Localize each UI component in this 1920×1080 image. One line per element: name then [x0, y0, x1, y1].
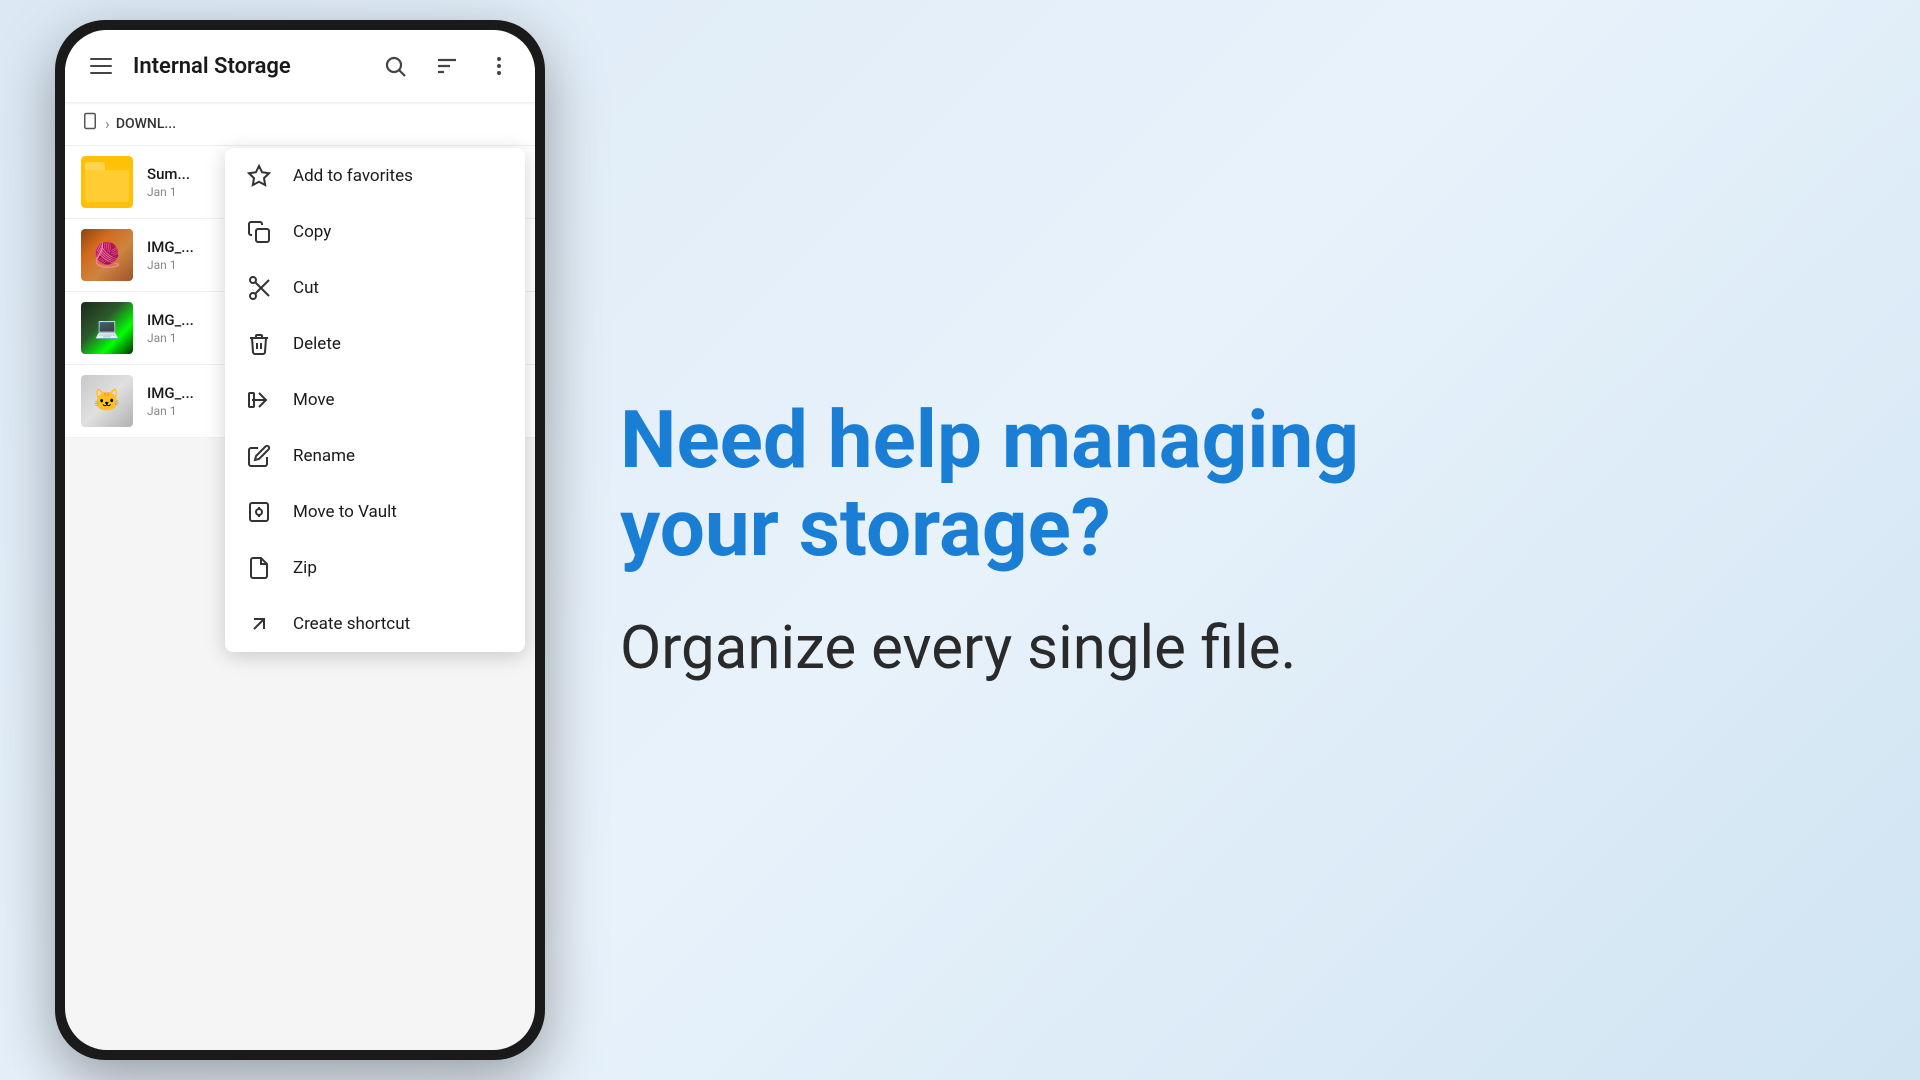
- hamburger-icon[interactable]: [81, 46, 121, 86]
- menu-label-copy: Copy: [293, 222, 331, 242]
- star-icon: [245, 162, 273, 190]
- vault-icon: [245, 498, 273, 526]
- rename-icon: [245, 442, 273, 470]
- menu-item-move[interactable]: Move: [225, 372, 525, 428]
- menu-label-cut: Cut: [293, 278, 319, 298]
- image-thumbnail: [81, 375, 133, 427]
- breadcrumb-path: DOWNL...: [116, 116, 176, 132]
- copy-icon: [245, 218, 273, 246]
- image-thumbnail: [81, 229, 133, 281]
- phone-container: Internal Storage: [55, 20, 545, 1060]
- menu-label-move-to-vault: Move to Vault: [293, 502, 397, 522]
- app-title: Internal Storage: [133, 54, 363, 79]
- phone-icon: [81, 112, 99, 135]
- menu-item-copy[interactable]: Copy: [225, 204, 525, 260]
- menu-item-create-shortcut[interactable]: Create shortcut: [225, 596, 525, 652]
- breadcrumb-separator: ›: [105, 114, 110, 133]
- breadcrumb: › DOWNL...: [65, 102, 535, 146]
- app-bar: Internal Storage: [65, 30, 535, 102]
- marketing-content: Need help managingyour storage? Organize…: [620, 396, 1860, 684]
- folder-thumbnail: [81, 156, 133, 208]
- menu-item-move-to-vault[interactable]: Move to Vault: [225, 484, 525, 540]
- menu-item-zip[interactable]: Zip: [225, 540, 525, 596]
- phone-screen: Internal Storage: [65, 30, 535, 1050]
- zip-icon: [245, 554, 273, 582]
- move-icon: [245, 386, 273, 414]
- sort-icon[interactable]: [427, 46, 467, 86]
- image-thumbnail: [81, 302, 133, 354]
- menu-label-delete: Delete: [293, 334, 341, 354]
- menu-label-rename: Rename: [293, 446, 355, 466]
- menu-label-zip: Zip: [293, 558, 317, 578]
- delete-icon: [245, 330, 273, 358]
- menu-item-add-favorites[interactable]: Add to favorites: [225, 148, 525, 204]
- menu-label-add-favorites: Add to favorites: [293, 166, 413, 186]
- subtext: Organize every single file.: [620, 612, 1860, 684]
- cut-icon: [245, 274, 273, 302]
- context-menu: Add to favorites Copy: [225, 148, 525, 652]
- menu-item-rename[interactable]: Rename: [225, 428, 525, 484]
- search-icon[interactable]: [375, 46, 415, 86]
- headline: Need help managingyour storage?: [620, 396, 1860, 572]
- menu-item-delete[interactable]: Delete: [225, 316, 525, 372]
- shortcut-icon: [245, 610, 273, 638]
- menu-label-move: Move: [293, 390, 335, 410]
- menu-item-cut[interactable]: Cut: [225, 260, 525, 316]
- more-options-icon[interactable]: [479, 46, 519, 86]
- menu-label-create-shortcut: Create shortcut: [293, 614, 410, 634]
- phone-body: Internal Storage: [55, 20, 545, 1060]
